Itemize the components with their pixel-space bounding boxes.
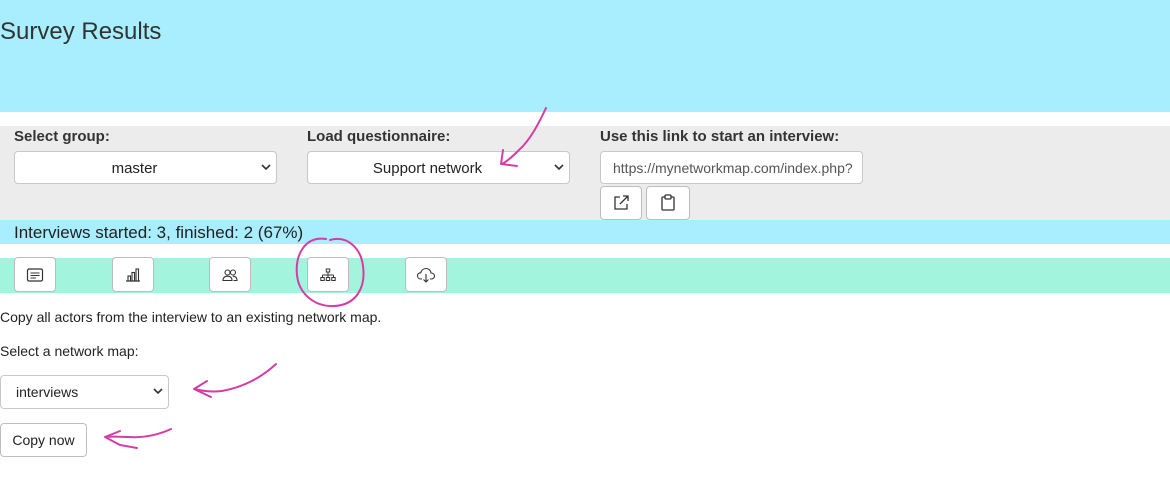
cloud-download-icon xyxy=(416,267,436,283)
group-select-value: master xyxy=(111,160,158,177)
people-icon xyxy=(222,268,238,281)
interview-link-input[interactable]: https://mynetworkmap.com/index.php? xyxy=(600,151,863,184)
settings-panel: Select group: master Load questionnaire:… xyxy=(0,126,1170,220)
list-icon xyxy=(26,267,44,282)
network-map-button[interactable] xyxy=(307,257,349,292)
interview-link-label: Use this link to start an interview: xyxy=(600,128,840,145)
annotation-arrow-map-select xyxy=(194,363,277,393)
copy-now-button[interactable]: Copy now xyxy=(0,423,87,457)
questionnaire-label: Load questionnaire: xyxy=(307,128,451,145)
statistics-button[interactable] xyxy=(112,257,154,292)
annotation-arrowhead-copy-button xyxy=(104,430,138,449)
interview-status-bar: Interviews started: 3, finished: 2 (67%) xyxy=(0,220,1170,244)
list-view-button[interactable] xyxy=(14,257,56,292)
copy-link-button[interactable] xyxy=(646,186,690,220)
network-map-select[interactable]: interviews xyxy=(0,375,169,409)
page-title: Survey Results xyxy=(0,18,162,45)
network-map-label: Select a network map: xyxy=(0,343,139,359)
annotation-arrowhead-map-select xyxy=(193,380,212,398)
network-map-select-value: interviews xyxy=(16,384,79,400)
download-button[interactable] xyxy=(405,257,447,292)
chevron-down-icon xyxy=(554,164,564,171)
questionnaire-select[interactable]: Support network xyxy=(307,151,570,184)
clipboard-icon xyxy=(661,194,675,211)
questionnaire-select-value: Support network xyxy=(372,160,483,177)
interview-status-text: Interviews started: 3, finished: 2 (67%) xyxy=(14,223,304,242)
open-link-button[interactable] xyxy=(600,186,642,220)
network-icon xyxy=(320,268,336,281)
bar-chart-icon xyxy=(126,267,140,282)
annotation-arrow-copy-button xyxy=(105,428,172,439)
group-label: Select group: xyxy=(14,128,110,145)
external-link-icon xyxy=(614,195,629,210)
page-header: Survey Results xyxy=(0,0,1170,112)
results-toolbar xyxy=(0,257,1170,293)
group-select[interactable]: master xyxy=(14,151,277,184)
actors-button[interactable] xyxy=(209,257,251,292)
chevron-down-icon xyxy=(153,388,163,395)
copy-actors-description: Copy all actors from the interview to an… xyxy=(0,309,382,325)
chevron-down-icon xyxy=(261,164,271,171)
